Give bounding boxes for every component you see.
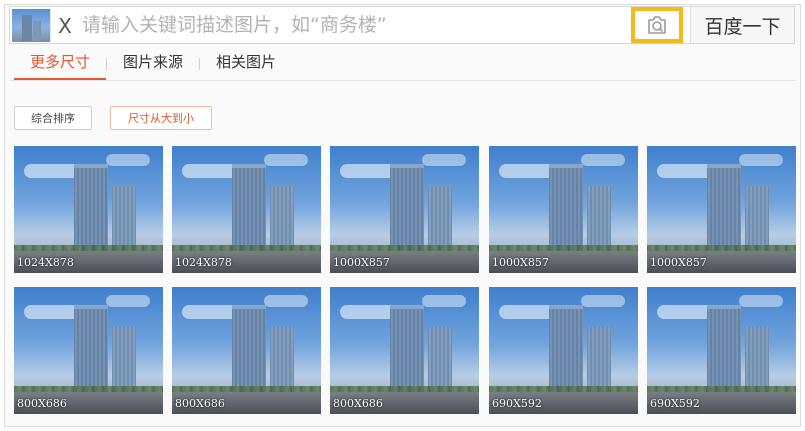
result-image[interactable]: 690X592: [647, 287, 796, 414]
image-size-label: 1000X857: [492, 256, 549, 269]
search-bar: X 百度一下: [9, 6, 795, 44]
result-image[interactable]: 690X592: [489, 287, 638, 414]
image-size-label: 1024X878: [17, 256, 74, 269]
image-size-label: 690X592: [650, 397, 700, 410]
tab-more-sizes[interactable]: 更多尺寸: [14, 48, 107, 80]
sort-default-button[interactable]: 综合排序: [14, 106, 92, 130]
result-image[interactable]: 800X686: [330, 287, 479, 414]
image-size-label: 1000X857: [650, 256, 707, 269]
sort-by-size-button[interactable]: 尺寸从大到小: [110, 106, 212, 130]
result-image[interactable]: 1000X857: [330, 146, 479, 273]
search-input[interactable]: [82, 10, 612, 40]
tab-related-images[interactable]: 相关图片: [200, 48, 292, 80]
result-image[interactable]: 800X686: [14, 287, 163, 414]
query-image-thumbnail[interactable]: [12, 9, 50, 42]
result-image[interactable]: 1000X857: [489, 146, 638, 273]
clear-image-button[interactable]: X: [50, 9, 79, 42]
camera-search-icon: [648, 16, 666, 34]
result-image[interactable]: 1024X878: [14, 146, 163, 273]
image-results-grid: 1024X878 1024X878 1000X857 1000X857 1000X857…: [14, 146, 796, 414]
image-size-label: 1024X878: [175, 256, 232, 269]
image-size-label: 800X686: [175, 397, 225, 410]
tabs-underline: [9, 80, 796, 81]
result-image[interactable]: 800X686: [172, 287, 321, 414]
result-tabs: 更多尺寸 图片来源 相关图片: [14, 48, 292, 80]
image-size-label: 800X686: [333, 397, 383, 410]
result-image[interactable]: 1024X878: [172, 146, 321, 273]
result-image[interactable]: 1000X857: [647, 146, 796, 273]
image-size-label: 690X592: [492, 397, 542, 410]
image-size-label: 800X686: [17, 397, 67, 410]
tab-image-source[interactable]: 图片来源: [107, 48, 199, 80]
image-size-label: 1000X857: [333, 256, 390, 269]
camera-search-button[interactable]: [631, 7, 683, 43]
search-button[interactable]: 百度一下: [690, 7, 794, 43]
